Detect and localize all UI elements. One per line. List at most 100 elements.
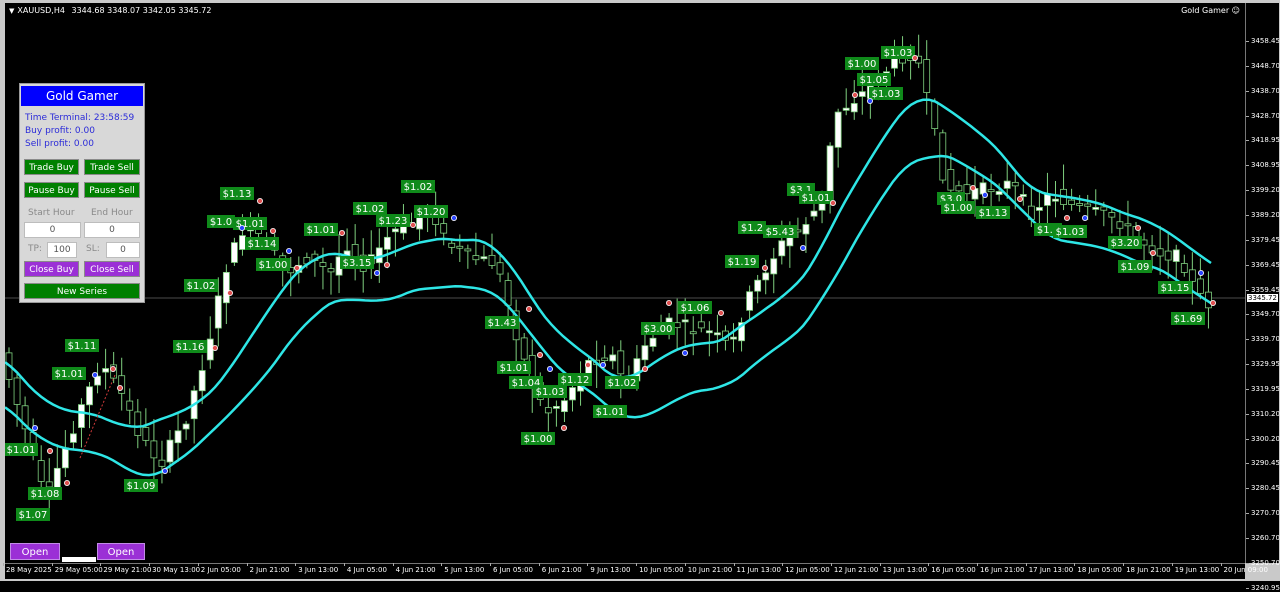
candle-body: [150, 440, 158, 459]
candle-body: [158, 459, 166, 467]
price-tick: 3448.70: [1246, 61, 1280, 70]
price-tick: 3280.45: [1246, 484, 1280, 493]
profit-label: $1.23: [379, 216, 408, 227]
candle-body: [1164, 250, 1172, 261]
price-tick: 3389.20: [1246, 210, 1280, 219]
candle-body: [416, 216, 423, 230]
trade-arrow-icon: [1064, 214, 1071, 221]
candle-body: [714, 332, 721, 336]
candle-body: [37, 460, 45, 482]
profit-label: $1.06: [681, 303, 710, 314]
candle-body: [842, 107, 850, 111]
trade-arrow-icon: [800, 244, 807, 251]
price-tick: 3319.95: [1246, 384, 1280, 393]
candle-body: [134, 411, 142, 436]
candle-body: [504, 280, 512, 306]
pause-sell-button[interactable]: Pause Sell: [84, 182, 140, 198]
time-tick: 30 May 13:00: [149, 563, 201, 574]
trade-arrow-icon: [970, 184, 977, 191]
open-sell-button[interactable]: Open Sell: [97, 543, 145, 560]
current-price-tag: 3345.72: [1247, 294, 1278, 302]
trade-arrow-icon: [293, 264, 300, 271]
time-tick: 20 Jun 09:00: [1220, 563, 1268, 574]
candle-body: [239, 235, 246, 250]
candle-body: [86, 386, 93, 406]
candle-body: [142, 427, 150, 441]
candle-body: [1172, 249, 1180, 262]
ea-name-text: Gold Gamer: [1181, 6, 1230, 15]
profit-label: $1.11: [68, 341, 97, 352]
open-buy-button[interactable]: Open Buy: [10, 543, 60, 560]
profit-label: $1.02: [608, 378, 637, 389]
trade-arrow-icon: [285, 247, 292, 254]
candle-body: [955, 185, 963, 192]
price-tick: 3270.70: [1246, 509, 1280, 518]
profit-label: $1.07: [19, 510, 48, 521]
candle-body: [166, 439, 174, 463]
close-sell-button[interactable]: Close Sell: [84, 261, 140, 277]
candle-body: [553, 405, 560, 409]
price-tick: 3310.20: [1246, 409, 1280, 418]
candle-body: [78, 404, 85, 428]
profit-label: $1.09: [1121, 262, 1150, 273]
ea-control-panel: Gold Gamer Time Terminal: 23:58:59 Buy p…: [19, 83, 145, 303]
candle-body: [520, 337, 528, 360]
candle-body: [810, 210, 818, 217]
trade-arrow-icon: [226, 289, 233, 296]
candle-body: [391, 228, 399, 233]
trade-arrow-icon: [600, 361, 607, 368]
profit-label: $1.02: [404, 182, 433, 193]
trade-sell-button[interactable]: Trade Sell: [84, 159, 140, 175]
candle-body: [641, 345, 649, 361]
profit-label: $3.20: [1111, 238, 1140, 249]
trade-arrow-icon: [117, 384, 124, 391]
profit-label: $1.03: [536, 387, 565, 398]
close-buy-button[interactable]: Close Buy: [24, 261, 79, 277]
trade-arrow-icon: [852, 92, 859, 99]
candle-body: [617, 350, 625, 375]
tp-label: TP:: [28, 244, 42, 254]
candle-body: [1068, 199, 1075, 205]
candle-body: [383, 236, 391, 250]
time-tick: 18 Jun 21:00: [1123, 563, 1171, 574]
candle-body: [850, 103, 858, 113]
trade-arrow-icon: [238, 224, 245, 231]
profit-label: $1.03: [872, 89, 901, 100]
trade-arrow-icon: [1198, 269, 1205, 276]
candle-body: [214, 295, 222, 329]
trade-arrow-icon: [1082, 214, 1089, 221]
candle-body: [174, 430, 182, 444]
price-axis[interactable]: 3458.45 3448.70 3438.70 3428.70 3418.95 3408.…: [1245, 3, 1280, 592]
profit-label: $1.19: [728, 257, 757, 268]
smiley-icon: ☺: [1231, 6, 1240, 15]
start-hour-input[interactable]: 0: [24, 222, 81, 238]
candle-body: [544, 407, 552, 414]
trade-arrow-icon: [1210, 299, 1217, 306]
pause-buy-button[interactable]: Pause Buy: [24, 182, 79, 198]
candle-body: [778, 240, 786, 257]
price-tick: 3399.20: [1246, 186, 1280, 195]
new-series-button[interactable]: New Series: [24, 283, 140, 299]
trade-buy-button[interactable]: Trade Buy: [24, 159, 79, 175]
dropdown-triangle-icon[interactable]: ▼: [9, 7, 14, 15]
price-tick: 3438.70: [1246, 86, 1280, 95]
profit-label: $1.15: [1161, 283, 1190, 294]
tp-input[interactable]: 100: [47, 242, 77, 258]
trade-arrow-icon: [547, 365, 554, 372]
trade-arrow-icon: [47, 447, 54, 454]
candle-body: [1124, 223, 1132, 227]
price-tick: 3408.95: [1246, 161, 1280, 170]
price-tick: 3428.70: [1246, 111, 1280, 120]
trade-arrow-icon: [383, 261, 390, 268]
candle-body: [102, 368, 109, 373]
time-axis[interactable]: 28 May 2025 29 May 05:00 29 May 21:00 30 Ma…: [3, 563, 1268, 579]
end-hour-input[interactable]: 0: [84, 222, 140, 238]
trade-arrow-icon: [982, 191, 989, 198]
candle-body: [1108, 212, 1116, 218]
price-chart[interactable]: $1.01 $1.08 $1.07 $1.11 $1.01 $1.09 $1.16 $1.02…: [5, 3, 1245, 563]
ohlc-values: 3344.68 3348.07 3342.05 3345.72: [71, 6, 212, 15]
sl-input[interactable]: 0: [106, 242, 140, 258]
time-tick: 4 Jun 21:00: [392, 563, 436, 574]
price-tick: 3458.45: [1246, 37, 1280, 45]
candle-body: [1011, 181, 1019, 187]
